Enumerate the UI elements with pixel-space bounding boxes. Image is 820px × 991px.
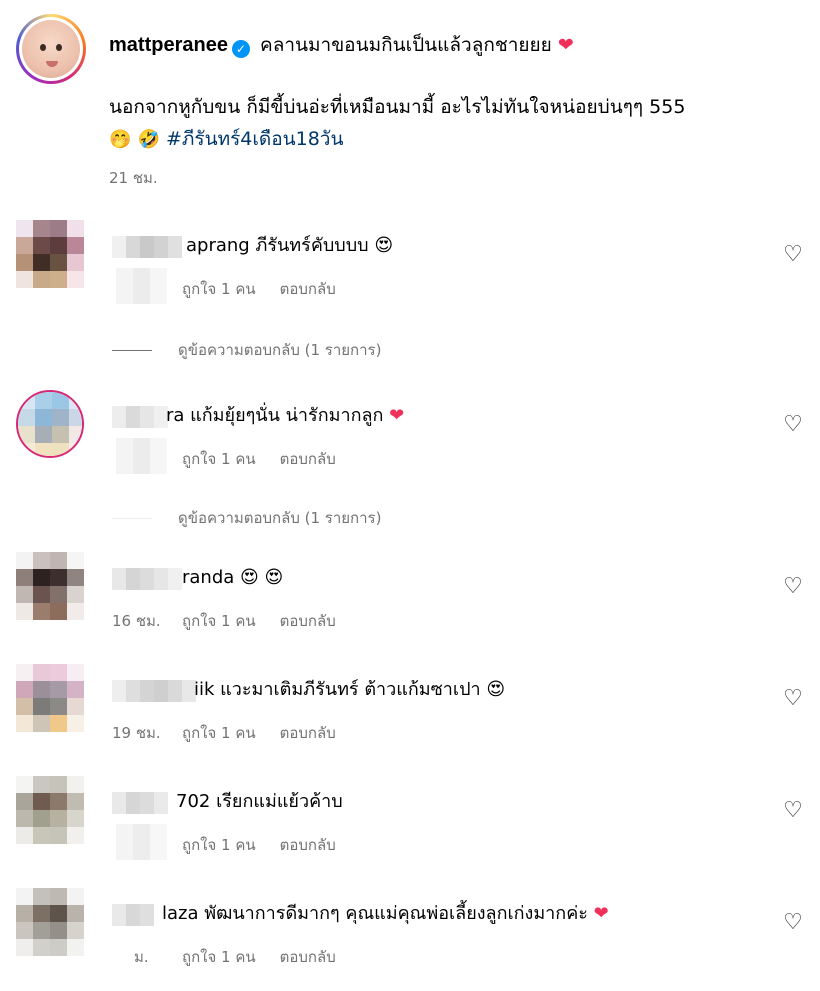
reply-button[interactable]: ตอบกลับ: [280, 612, 336, 630]
blurred-timestamp: [116, 824, 168, 860]
rofl-emoji: 🤣: [137, 129, 160, 150]
post-author-avatar[interactable]: [16, 14, 86, 84]
hashtag-link[interactable]: #ภีรันทร์4เดือน18วัน: [166, 128, 344, 150]
comment-username-suffix[interactable]: randa: [182, 567, 234, 588]
comment-text: iik แวะมาเติมภีรันทร์ ต้าวแก้มซาเปา 😍: [194, 679, 506, 700]
divider-line: [112, 518, 152, 519]
comment-timestamp: ม.: [134, 948, 149, 966]
comment-meta: ถูกใจ 1 คน ตอบกลับ: [182, 609, 336, 633]
heart-outline-icon[interactable]: ♡: [782, 244, 804, 266]
heart-outline-icon[interactable]: ♡: [782, 414, 804, 436]
comment-avatar[interactable]: [16, 220, 84, 288]
like-count[interactable]: ถูกใจ 1 คน: [182, 280, 256, 298]
like-count[interactable]: ถูกใจ 1 คน: [182, 612, 256, 630]
comment-avatar[interactable]: [16, 552, 84, 620]
heart-eyes-emoji: 😍: [374, 235, 394, 256]
heart-emoji: ❤: [593, 903, 609, 924]
caption-line-2: นอกจากหูกับขน ก็มีขี้บ่นอ่ะที่เหมือนมามี…: [109, 96, 686, 118]
comment-avatar[interactable]: [16, 888, 84, 956]
heart-emoji: ❤: [389, 405, 405, 426]
comment-username-suffix[interactable]: iik: [194, 679, 214, 700]
heart-emoji: ❤: [557, 34, 574, 56]
heart-eyes-emoji: 😍: [486, 679, 506, 700]
comment-meta: ถูกใจ 1 คน ตอบกลับ: [182, 833, 336, 857]
comment-item: iik แวะมาเติมภีรันทร์ ต้าวแก้มซาเปา 😍 19…: [16, 664, 806, 754]
comment-username-suffix[interactable]: aprang: [186, 235, 250, 256]
post-username[interactable]: mattperanee: [109, 34, 228, 56]
blurred-username[interactable]: [112, 568, 182, 590]
reply-button[interactable]: ตอบกลับ: [280, 836, 336, 854]
comment-text: ra แก้มยุ้ยๆนั่น น่ารักมากลูก ❤: [166, 405, 405, 426]
comment-text: laza พัฒนาการดีมากๆ คุณแม่คุณพ่อเลี้ยงลู…: [162, 903, 609, 924]
blurred-username[interactable]: [112, 236, 182, 258]
like-count[interactable]: ถูกใจ 1 คน: [182, 724, 256, 742]
blurred-username[interactable]: [112, 904, 154, 926]
blurred-username[interactable]: [112, 406, 168, 428]
blurred-username[interactable]: [112, 792, 168, 814]
heart-outline-icon[interactable]: ♡: [782, 912, 804, 934]
reply-button[interactable]: ตอบกลับ: [280, 280, 336, 298]
comment-item: laza พัฒนาการดีมากๆ คุณแม่คุณพ่อเลี้ยงลู…: [16, 888, 806, 978]
comment-item: randa 😍 😍 16 ชม. ถูกใจ 1 คน ตอบกลับ ♡: [16, 552, 806, 642]
like-count[interactable]: ถูกใจ 1 คน: [182, 948, 256, 966]
comment-meta: ถูกใจ 1 คน ตอบกลับ: [182, 277, 336, 301]
comment-text: randa 😍 😍: [182, 564, 283, 592]
reply-button[interactable]: ตอบกลับ: [280, 450, 336, 468]
caption-text: mattperanee ✓ คลานมาขอนมกินเป็นแล้วลูกชาย…: [109, 29, 799, 156]
hand-over-mouth-emoji: 🤭: [109, 129, 132, 150]
comment-meta: ถูกใจ 1 คน ตอบกลับ: [182, 721, 336, 745]
comment-avatar[interactable]: [16, 664, 84, 732]
heart-outline-icon[interactable]: ♡: [782, 688, 804, 710]
like-count[interactable]: ถูกใจ 1 คน: [182, 450, 256, 468]
view-replies-button[interactable]: ดูข้อความตอบกลับ (1 รายการ): [112, 338, 381, 362]
heart-outline-icon[interactable]: ♡: [782, 576, 804, 598]
comment-avatar[interactable]: [16, 776, 84, 844]
comment-text: aprang ภีรันทร์คับบบบ 😍: [186, 235, 394, 256]
caption-line-1: คลานมาขอนมกินเป็นแล้วลูกชายยย: [259, 34, 552, 56]
divider-line: [112, 350, 152, 351]
comment-item: aprang ภีรันทร์คับบบบ 😍 ถูกใจ 1 คน ตอบกลั…: [16, 220, 806, 360]
comment-text: 702 เรียกแม่แย้วค้าบ: [176, 791, 343, 812]
like-count[interactable]: ถูกใจ 1 คน: [182, 836, 256, 854]
heart-eyes-emoji: 😍 😍: [240, 567, 284, 588]
comment-username-suffix[interactable]: ra: [166, 405, 184, 426]
comment-username-suffix[interactable]: laza: [162, 903, 199, 924]
blurred-timestamp: [116, 438, 168, 474]
view-replies-button[interactable]: ดูข้อความตอบกลับ (1 รายการ): [112, 506, 381, 530]
comment-item: ra แก้มยุ้ยๆนั่น น่ารักมากลูก ❤ ถูกใจ 1 …: [16, 390, 806, 530]
comment-timestamp: 16 ชม.: [112, 612, 161, 630]
comment-timestamp: 19 ชม.: [112, 724, 161, 742]
reply-button[interactable]: ตอบกลับ: [280, 724, 336, 742]
blurred-username[interactable]: [112, 680, 196, 702]
comment-username-suffix[interactable]: 702: [176, 791, 210, 812]
verified-badge-icon: ✓: [231, 40, 250, 58]
comment-meta: ถูกใจ 1 คน ตอบกลับ: [182, 447, 336, 471]
reply-button[interactable]: ตอบกลับ: [280, 948, 336, 966]
comment-item: 702 เรียกแม่แย้วค้าบ ถูกใจ 1 คน ตอบกลับ ♡: [16, 776, 806, 866]
heart-outline-icon[interactable]: ♡: [782, 800, 804, 822]
blurred-timestamp: [116, 268, 168, 304]
post-timestamp: 21 ชม.: [109, 169, 158, 187]
post-caption: mattperanee ✓ คลานมาขอนมกินเป็นแล้วลูกชาย…: [16, 14, 806, 194]
comment-meta: ถูกใจ 1 คน ตอบกลับ: [182, 945, 336, 969]
comment-avatar[interactable]: [16, 390, 84, 458]
baby-photo: [22, 20, 80, 78]
